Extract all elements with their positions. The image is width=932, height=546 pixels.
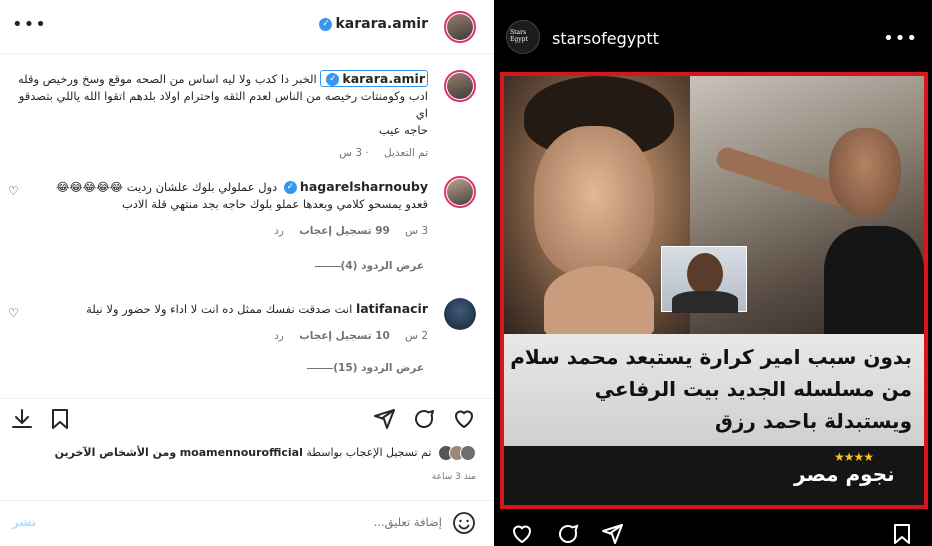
comment-username[interactable]: latifanacir bbox=[356, 301, 428, 316]
comment-icon[interactable] bbox=[412, 407, 436, 431]
comment-avatar[interactable] bbox=[444, 298, 476, 330]
emoji-icon[interactable] bbox=[452, 511, 476, 535]
caption-text-line: حاجه عيب bbox=[378, 123, 428, 137]
headline-line: من مسلسله الجديد بيت الرفاعي bbox=[594, 377, 912, 401]
page-avatar[interactable]: Stars Egypt bbox=[506, 20, 540, 54]
post-comment-button[interactable]: نشر bbox=[12, 515, 36, 529]
comment-text: انت صدقت نفسك ممثل ده انت لا اداء ولا حض… bbox=[86, 302, 353, 316]
comment-text: قعدو يمسحو كلامي وبعدها عملو بلوك حاجه ب… bbox=[121, 197, 428, 211]
heart-icon[interactable]: ♡ bbox=[8, 184, 19, 198]
header-username[interactable]: ✓ karara.amir bbox=[316, 16, 428, 32]
post-action-bar bbox=[0, 398, 494, 438]
more-horizontal-icon[interactable]: ••• bbox=[12, 14, 47, 35]
comment-username[interactable]: hagarelsharnouby✓ bbox=[281, 179, 428, 194]
share-icon[interactable] bbox=[372, 407, 396, 431]
download-icon[interactable] bbox=[10, 407, 34, 431]
headline-box: بدون سبب امير كرارة يستبعد محمد سلام من … bbox=[504, 334, 924, 446]
edited-label: تم التعديل bbox=[384, 147, 428, 159]
view-replies-button[interactable]: عرض الردود (15) bbox=[299, 362, 424, 374]
page-username[interactable]: starsofegyptt bbox=[552, 29, 659, 48]
verified-badge-icon: ✓ bbox=[326, 73, 340, 86]
caption-meta: تم التعديل · 3 س bbox=[339, 147, 428, 159]
verified-badge-icon: ✓ bbox=[283, 181, 297, 194]
author-avatar[interactable] bbox=[444, 11, 476, 43]
brand-bar: ★★★★ نجوم مصر bbox=[504, 446, 924, 505]
caption-text-line: الخبر دا كدب ولا ليه اساس من الصحه موقع … bbox=[18, 72, 317, 86]
headline-line: بدون سبب امير كرارة يستبعد محمد سلام bbox=[510, 345, 912, 369]
comment-meta: 3 س 99 تسجيل إعجاب رد bbox=[28, 223, 428, 240]
like-heart-icon[interactable] bbox=[510, 522, 534, 546]
comment-time: 3 س bbox=[405, 225, 428, 237]
caption-avatar[interactable] bbox=[444, 70, 476, 102]
heart-icon[interactable]: ♡ bbox=[8, 306, 19, 320]
comment-likes[interactable]: 99 تسجيل إعجاب bbox=[299, 225, 390, 237]
more-horizontal-icon[interactable]: ••• bbox=[883, 28, 918, 49]
caption-text-line: ادب وكومنتات رخيصه من الناس لعدم الثقه و… bbox=[18, 89, 428, 120]
view-replies-button[interactable]: عرض الردود (4) bbox=[307, 260, 424, 272]
add-comment-bar: نشر إضافة تعليق... bbox=[0, 500, 494, 546]
likes-summary: تم تسجيل الإعجاب بواسطة moamennouroffici… bbox=[55, 445, 476, 461]
comments-panel: ••• ✓ karara.amir karara.amir✓ الخبر دا ك… bbox=[0, 0, 494, 546]
headline-line: ويستبدلة باحمد رزق bbox=[714, 409, 912, 433]
liker-avatars[interactable] bbox=[438, 445, 476, 461]
liker-username[interactable]: moamennourofficial bbox=[180, 446, 303, 459]
reply-button[interactable]: رد bbox=[274, 225, 284, 237]
comment-icon[interactable] bbox=[556, 522, 580, 546]
comment-time: 2 س bbox=[405, 330, 428, 342]
inset-photo bbox=[661, 246, 747, 313]
media-action-bar bbox=[494, 520, 932, 546]
comment-text: دول عملولي بلوك علشان رديت 😂😂😂😂😂 bbox=[55, 180, 278, 194]
post-header: ••• ✓ karara.amir bbox=[0, 0, 494, 54]
post-media-panel: Stars Egypt starsofegyptt ••• بدون سبب ا… bbox=[494, 0, 932, 546]
brand-logo: نجوم مصر bbox=[794, 462, 895, 486]
like-heart-icon[interactable] bbox=[452, 407, 476, 431]
others-link[interactable]: ومن الأشخاص الآخرين bbox=[55, 446, 177, 459]
media-header: Stars Egypt starsofegyptt ••• bbox=[494, 0, 932, 72]
add-comment-input[interactable]: إضافة تعليق... bbox=[374, 515, 442, 529]
bookmark-icon[interactable] bbox=[48, 407, 72, 431]
comment-item: latifanacir انت صدقت نفسك ممثل ده انت لا… bbox=[28, 300, 428, 345]
caption: karara.amir✓ الخبر دا كدب ولا ليه اساس م… bbox=[18, 70, 428, 162]
caption-time: 3 س bbox=[339, 147, 362, 159]
comment-likes[interactable]: 10 تسجيل إعجاب bbox=[299, 330, 390, 342]
reply-button[interactable]: رد bbox=[274, 330, 284, 342]
share-icon[interactable] bbox=[600, 522, 624, 546]
caption-username[interactable]: karara.amir✓ bbox=[320, 70, 428, 87]
likes-prefix: تم تسجيل الإعجاب بواسطة bbox=[306, 446, 432, 459]
comment-item: hagarelsharnouby✓ دول عملولي بلوك علشان … bbox=[28, 178, 428, 240]
comment-avatar[interactable] bbox=[444, 176, 476, 208]
post-timestamp: منذ 3 ساعة bbox=[431, 472, 476, 482]
comment-meta: 2 س 10 تسجيل إعجاب رد bbox=[28, 328, 428, 345]
verified-badge-icon: ✓ bbox=[319, 17, 333, 31]
post-image[interactable]: بدون سبب امير كرارة يستبعد محمد سلام من … bbox=[500, 72, 928, 509]
bookmark-icon[interactable] bbox=[890, 522, 914, 546]
